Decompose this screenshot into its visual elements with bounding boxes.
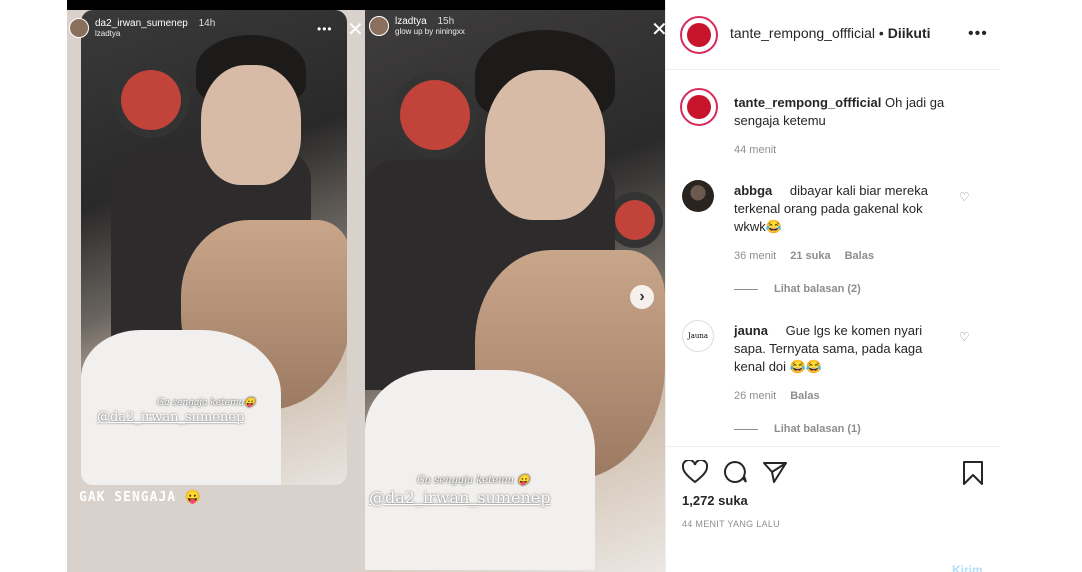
comment-username[interactable]: abbga: [734, 183, 772, 198]
view-replies-label: Lihat balasan (1): [774, 423, 861, 435]
story-small-caption: Ga sengaja ketemu😛: [157, 398, 256, 408]
woman-shirt: [365, 370, 595, 570]
story-small-caption: Ga sengaja ketemu 😛: [417, 475, 530, 486]
like-count[interactable]: 1,272 suka: [682, 493, 748, 508]
close-icon: ✕: [347, 19, 364, 41]
view-replies-label: Lihat balasan (2): [774, 283, 861, 295]
header-username[interactable]: tante_rempong_offficial: [730, 25, 875, 41]
background-disc: [121, 70, 181, 130]
man-face: [201, 65, 301, 185]
replies-line: [734, 428, 758, 430]
comment-time: 26 menit: [734, 390, 777, 402]
story-header-right: lzadtya 15h glow up by niningxx: [369, 16, 465, 36]
caption-time: 44 menit: [734, 144, 777, 156]
instagram-post-viewer: da2_irwan_sumenep 14h lzadtya ••• ✕ Ga s…: [0, 0, 1082, 572]
follow-status[interactable]: Diikuti: [888, 25, 931, 41]
comment-icon[interactable]: [722, 460, 748, 484]
post-header: tante_rempong_offficial • Diikuti •••: [666, 0, 1001, 70]
story-avatar: [369, 16, 389, 36]
background-disc: [400, 80, 470, 150]
reply-button[interactable]: Balas: [790, 390, 819, 402]
next-slide-button[interactable]: ›: [630, 285, 654, 309]
like-comment-icon[interactable]: ♡: [959, 190, 970, 204]
separator: •: [875, 25, 888, 41]
comment-time: 36 menit: [734, 250, 777, 262]
view-replies-button[interactable]: Lihat balasan (1): [734, 423, 861, 435]
story-avatar: [69, 18, 89, 38]
post-media: da2_irwan_sumenep 14h lzadtya ••• ✕ Ga s…: [67, 0, 665, 572]
story-big-caption: GAK SENGAJA 😛: [79, 490, 203, 505]
background-disc: [615, 200, 655, 240]
story-username: da2_irwan_sumenep: [95, 18, 188, 29]
more-options-icon[interactable]: •••: [968, 25, 988, 43]
media-top-border: [67, 0, 665, 10]
story-username: lzadtya: [395, 16, 427, 27]
story-screenshot-right: lzadtya 15h glow up by niningxx ✕ Ga sen…: [365, 10, 665, 572]
story-sub: glow up by niningxx: [395, 27, 465, 36]
post-time: 44 MENIT YANG LALU: [682, 519, 780, 529]
comment-avatar[interactable]: Jauna: [682, 320, 714, 352]
story-screenshot-left: da2_irwan_sumenep 14h lzadtya ••• ✕ Ga s…: [67, 10, 365, 572]
comment-likes[interactable]: 21 suka: [790, 250, 830, 262]
post-actions: 1,272 suka 44 MENIT YANG LALU Kirim: [666, 446, 1001, 572]
story-header-left: da2_irwan_sumenep 14h lzadtya: [69, 18, 215, 38]
caption-username[interactable]: tante_rempong_offficial: [734, 95, 881, 110]
story-time: 15h: [437, 16, 455, 27]
share-send-icon[interactable]: [762, 460, 788, 484]
save-bookmark-icon[interactable]: [962, 460, 984, 486]
comment-avatar[interactable]: [682, 180, 714, 212]
story-mention: @da2_irwan_sumenep: [97, 410, 245, 425]
like-heart-icon[interactable]: [682, 460, 708, 484]
view-replies-button[interactable]: Lihat balasan (2): [734, 283, 861, 295]
caption-avatar[interactable]: [680, 88, 718, 126]
story-more-icon: •••: [317, 22, 333, 36]
story-time: 14h: [198, 18, 216, 29]
comment-panel: tante_rempong_offficial • Diikuti ••• ta…: [665, 0, 1001, 572]
like-comment-icon[interactable]: ♡: [959, 330, 970, 344]
close-icon: ✕: [651, 19, 665, 41]
comment-username[interactable]: jauna: [734, 323, 768, 338]
replies-line: [734, 288, 758, 290]
profile-avatar[interactable]: [680, 16, 718, 54]
page-background: [1000, 0, 1082, 572]
story-mention: @da2_irwan_sumenep: [369, 488, 551, 507]
story-sub: lzadtya: [95, 29, 121, 38]
send-comment-button[interactable]: Kirim: [952, 563, 983, 572]
man-face: [485, 70, 605, 220]
reply-button[interactable]: Balas: [845, 250, 874, 262]
